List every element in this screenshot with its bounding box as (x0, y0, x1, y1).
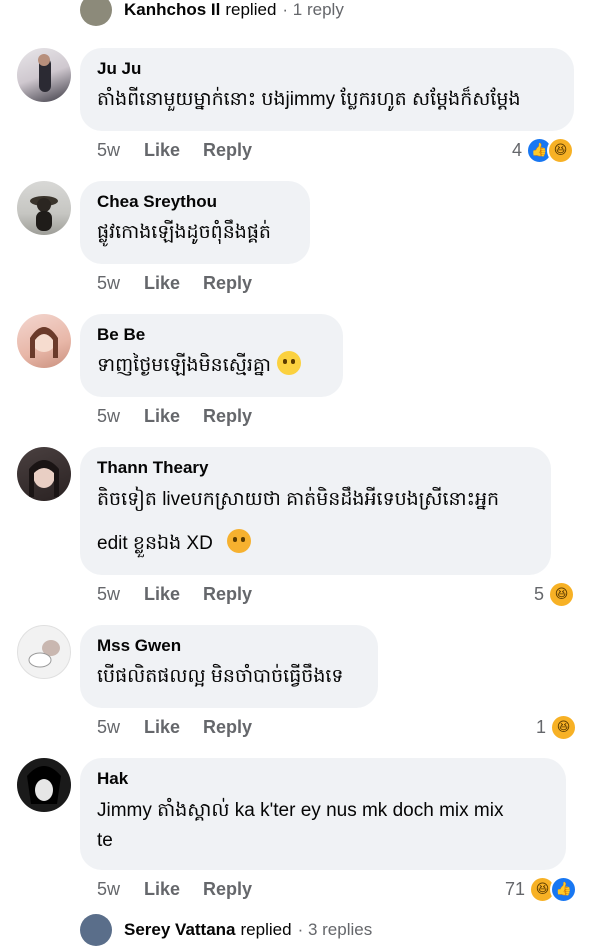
profile-photo (38, 54, 51, 92)
reaction-summary[interactable]: 1 😆 (536, 713, 578, 741)
laughing-crying-emoji (276, 351, 301, 375)
profile-photo (28, 640, 60, 668)
reply-button[interactable]: Reply (203, 717, 252, 738)
like-button[interactable]: Like (144, 717, 180, 738)
reaction-summary[interactable]: 5 😆 (534, 580, 576, 608)
comment-text: តិចទៀត liveបកស្រាយថា គាត់មិនដឹងអីទេបងស្រ… (97, 489, 500, 510)
reply-button[interactable]: Reply (203, 140, 252, 161)
avatar (80, 914, 112, 946)
yawning-emoji (226, 529, 251, 553)
reply-button[interactable]: Reply (203, 406, 252, 427)
like-icon: 👍 (550, 875, 578, 903)
reply-button[interactable]: Reply (203, 584, 252, 605)
avatar[interactable] (17, 181, 71, 235)
reaction-summary[interactable]: 4 👍 😆 (512, 136, 575, 164)
comment-actions: 5w Like Reply (97, 582, 275, 606)
comment-author[interactable]: Thann Theary (97, 457, 534, 479)
profile-photo (30, 196, 58, 231)
comment-author[interactable]: Be Be (97, 324, 326, 346)
comment-bubble: Be Be ទាញថ្ងៃមឡើងមិនស្មើរគ្នា (80, 314, 343, 397)
replied-label: replied (240, 920, 292, 939)
view-replies-link[interactable]: Serey Vattana replied · 3 replies (80, 912, 372, 948)
comment-text: បើផលិតផលល្អ មិនចាំបាច់ធ្វើចឹងទេ (97, 666, 344, 687)
reply-author: Serey Vattana (124, 920, 236, 939)
timestamp[interactable]: 5w (97, 406, 144, 427)
comment-text-continued: te (97, 830, 113, 851)
reaction-count: 4 (512, 139, 523, 160)
like-button[interactable]: Like (144, 273, 180, 294)
reaction-summary[interactable]: 71 😆 👍 (505, 875, 578, 903)
reaction-count: 1 (536, 716, 547, 737)
comment-author[interactable]: Ju Ju (97, 58, 557, 80)
haha-icon: 😆 (547, 136, 575, 164)
comment-author[interactable]: Mss Gwen (97, 635, 361, 657)
reply-button[interactable]: Reply (203, 273, 252, 294)
comment-actions: 5w Like Reply (97, 877, 275, 901)
like-button[interactable]: Like (144, 879, 180, 900)
timestamp[interactable]: 5w (97, 584, 144, 605)
haha-icon: 😆 (550, 713, 578, 741)
avatar[interactable] (17, 758, 71, 812)
comment-text-continued: edit ខ្លួនឯង XD (97, 533, 213, 554)
comment-actions: 5w Like Reply (97, 138, 275, 162)
like-button[interactable]: Like (144, 584, 180, 605)
like-button[interactable]: Like (144, 406, 180, 427)
timestamp[interactable]: 5w (97, 717, 144, 738)
reply-count: · 3 replies (297, 920, 373, 939)
profile-photo (27, 766, 61, 804)
comment-bubble: Mss Gwen បើផលិតផលល្អ មិនចាំបាច់ធ្វើចឹងទេ (80, 625, 378, 708)
avatar[interactable] (17, 314, 71, 368)
reaction-count: 5 (534, 583, 545, 604)
haha-icon: 😆 (548, 580, 576, 608)
comment-actions: 5w Like Reply (97, 271, 275, 295)
timestamp[interactable]: 5w (97, 273, 144, 294)
reply-button[interactable]: Reply (203, 879, 252, 900)
comment-author[interactable]: Chea Sreythou (97, 191, 293, 213)
comment-text: ទាញថ្ងៃមឡើងមិនស្មើរគ្នា (97, 355, 271, 376)
comment-actions: 5w Like Reply (97, 404, 275, 428)
avatar (80, 0, 112, 26)
comment-text: តាំងពីនោមួយម្នាក់នោះ បងjimmy ប្លែករហូត ស… (97, 89, 521, 110)
comment-text: ផ្លូវកោងឡើងដូចពុំនឹងផ្គត់ (97, 222, 271, 243)
view-replies-link[interactable]: Kanhchos Il replied · 1 reply (80, 0, 344, 28)
comment-actions: 5w Like Reply (97, 715, 275, 739)
replied-label: replied (225, 0, 277, 19)
profile-photo (30, 327, 58, 358)
timestamp[interactable]: 5w (97, 879, 144, 900)
comment-bubble: Chea Sreythou ផ្លូវកោងឡើងដូចពុំនឹងផ្គត់ (80, 181, 310, 264)
comment-bubble: Thann Theary តិចទៀត liveបកស្រាយថា គាត់មិ… (80, 447, 551, 575)
comment-text: Jimmy តាំងស្គាល់ ka k'ter ey nus mk doch… (97, 800, 504, 821)
avatar[interactable] (17, 625, 71, 679)
reaction-count: 71 (505, 878, 526, 899)
reply-count: · 1 reply (282, 0, 344, 19)
timestamp[interactable]: 5w (97, 140, 144, 161)
reply-author: Kanhchos Il (124, 0, 221, 19)
avatar[interactable] (17, 48, 71, 102)
profile-photo (29, 460, 59, 497)
avatar[interactable] (17, 447, 71, 501)
comment-author[interactable]: Hak (97, 768, 549, 790)
comment-bubble: Hak Jimmy តាំងស្គាល់ ka k'ter ey nus mk … (80, 758, 566, 870)
comment-bubble: Ju Ju តាំងពីនោមួយម្នាក់នោះ បងjimmy ប្លែក… (80, 48, 574, 131)
like-button[interactable]: Like (144, 140, 180, 161)
